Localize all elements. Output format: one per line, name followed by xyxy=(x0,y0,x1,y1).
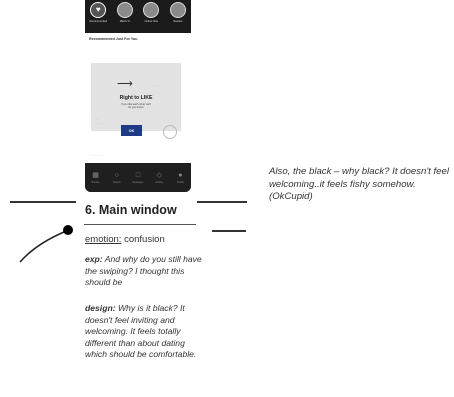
tab-nearest[interactable]: Nearest xyxy=(166,2,190,23)
nav-profile[interactable]: ● Profile xyxy=(171,172,189,184)
activity-icon: ◇ xyxy=(156,171,162,179)
exp-lead: exp: xyxy=(85,254,103,264)
tab-label: Recommended xyxy=(89,20,108,23)
tab-label: Match % xyxy=(119,20,130,23)
emotion-line: emotion: confusion xyxy=(85,234,165,245)
swipe-tutorial-card[interactable]: ⟶ ~ ~ ~ Right to LIKE If you like each o… xyxy=(91,63,181,131)
avatar-icon xyxy=(116,2,133,18)
nav-label: Messages xyxy=(132,180,144,184)
divider-right xyxy=(197,201,247,203)
emotion-value: confusion xyxy=(121,234,165,245)
avatar-icon xyxy=(143,2,160,18)
tab-label: Nearest xyxy=(173,20,183,23)
emotion-key: emotion: xyxy=(85,234,122,245)
title-underline xyxy=(84,224,196,225)
tab-label: Online Now xyxy=(144,20,158,23)
browse-icon: ▦ xyxy=(92,171,99,179)
exp-paragraph: exp: And why do you still have the swipi… xyxy=(85,254,205,289)
design-lead: design: xyxy=(85,303,116,313)
main-content: Recommended Just For You ⟶ ~ ~ ~ Right t… xyxy=(85,33,191,163)
heart-icon: ♥ xyxy=(90,2,107,18)
ghost-circle xyxy=(163,125,177,139)
design-paragraph: design: Why is it black? It doesn't feel… xyxy=(85,303,205,361)
profile-icon: ● xyxy=(178,171,183,179)
nav-label: Activity xyxy=(155,180,163,184)
side-note: Also, the black – why black? It doesn't … xyxy=(269,166,449,202)
section-title: Recommended Just For You xyxy=(89,37,138,41)
pointer-line xyxy=(212,230,246,232)
tab-online-now[interactable]: Online Now xyxy=(139,2,163,23)
bottom-nav-bar: ▦ Browse ○ Search □ Messages ◇ Activity … xyxy=(85,163,191,192)
search-icon: ○ xyxy=(114,171,119,179)
avatar-icon xyxy=(169,2,186,18)
arrow-right-icon: ⟶ xyxy=(117,78,133,90)
messages-icon: □ xyxy=(135,171,141,179)
phone-screenshot: ♥ Recommended Match % Online Now Nearest… xyxy=(85,0,191,192)
divider-left xyxy=(10,201,76,203)
ghost-hint: ~ ~ ~ xyxy=(151,83,158,87)
exp-text: And why do you still have the swiping? I… xyxy=(85,254,202,287)
nav-search[interactable]: ○ Search xyxy=(108,172,126,184)
ok-button[interactable]: OK xyxy=(121,125,142,136)
nav-browse[interactable]: ▦ Browse xyxy=(87,172,105,184)
nav-label: Browse xyxy=(91,180,100,184)
top-nav-bar: ♥ Recommended Match % Online Now Nearest xyxy=(85,0,191,33)
nav-label: Search xyxy=(112,180,121,184)
tab-match[interactable]: Match % xyxy=(113,2,137,23)
swipe-subtext: If you like each other we'll let you kno… xyxy=(91,103,181,109)
ghost-text: ~ ~ ~ ~ ~ xyxy=(95,117,102,125)
swipe-subtext-line: let you know! xyxy=(128,106,144,110)
nav-messages[interactable]: □ Messages xyxy=(129,172,147,184)
faint-text: ~ ~ ~ ~ ~ xyxy=(91,153,104,157)
annotation-title: 6. Main window xyxy=(85,203,177,217)
connector-dot xyxy=(63,225,73,235)
tab-recommended[interactable]: ♥ Recommended xyxy=(86,2,110,23)
nav-activity[interactable]: ◇ Activity xyxy=(150,172,168,184)
swipe-label: Right to LIKE xyxy=(119,95,153,101)
nav-label: Profile xyxy=(176,180,184,184)
